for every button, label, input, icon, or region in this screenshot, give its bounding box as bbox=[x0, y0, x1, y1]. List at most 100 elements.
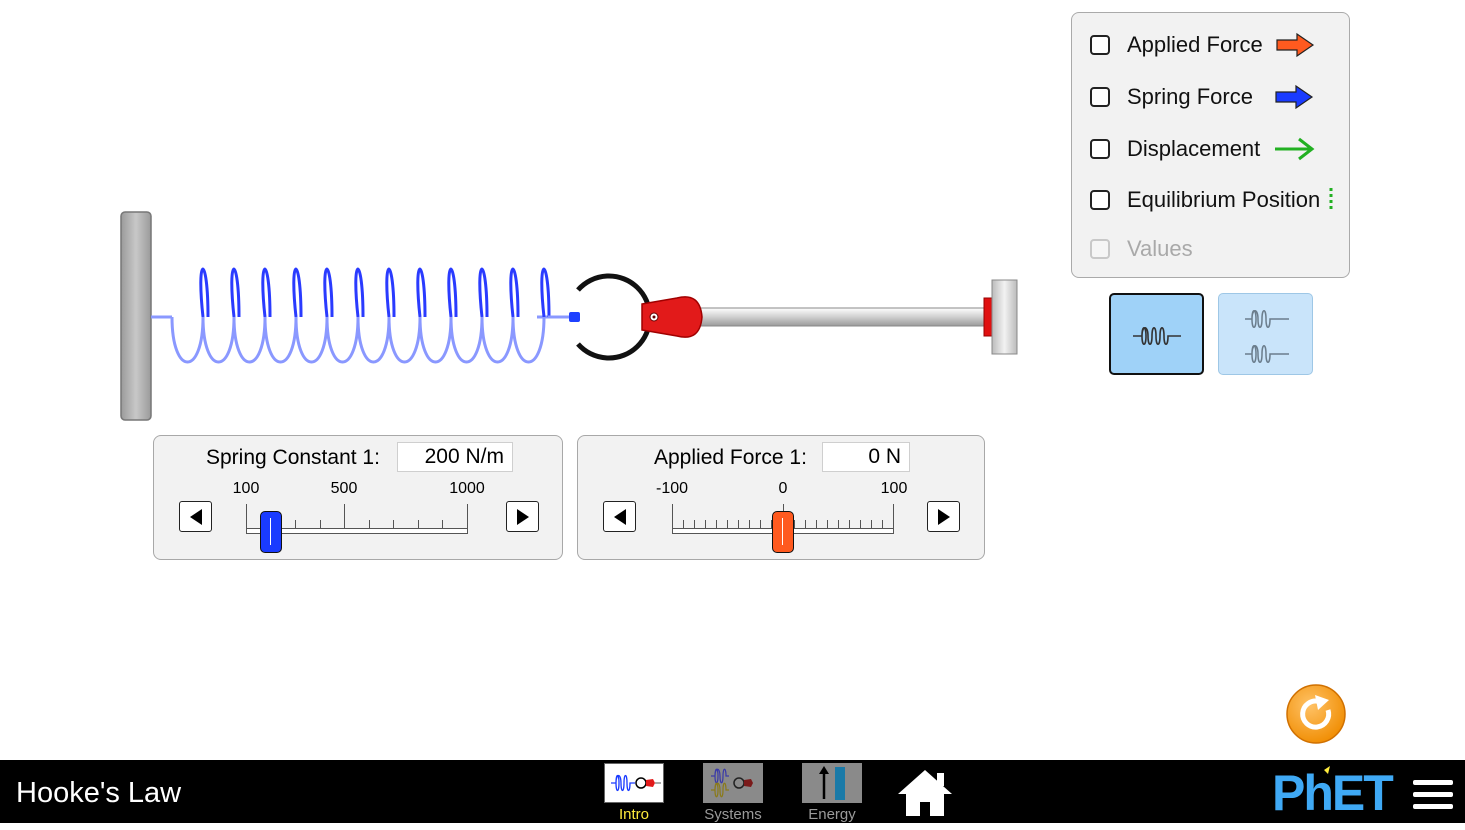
spring-constant-thumb[interactable] bbox=[260, 511, 282, 553]
menu-bar-icon bbox=[1413, 792, 1453, 797]
tab-intro-label: Intro bbox=[618, 806, 649, 823]
spring-constant-decrement-button[interactable] bbox=[179, 501, 212, 532]
one-spring-button[interactable] bbox=[1109, 293, 1204, 375]
displacement-option[interactable]: Displacement bbox=[1090, 134, 1315, 164]
tab-energy[interactable]: Energy bbox=[801, 763, 863, 823]
right-triangle-icon bbox=[516, 508, 529, 525]
minor-tick bbox=[319, 520, 321, 528]
phet-logo-icon: PhET bbox=[1272, 765, 1395, 821]
left-triangle-icon bbox=[613, 508, 626, 525]
spring-constant-title: Spring Constant 1: bbox=[206, 446, 380, 469]
major-tick bbox=[893, 504, 894, 528]
phet-logo[interactable]: PhET bbox=[1272, 764, 1400, 830]
minor-tick bbox=[716, 520, 718, 528]
minor-tick bbox=[683, 520, 685, 528]
spring-constant-max-label: 1000 bbox=[449, 480, 485, 497]
green-arrow-icon bbox=[1275, 137, 1315, 161]
spring-force-label: Spring Force bbox=[1127, 84, 1253, 109]
spring bbox=[151, 267, 551, 364]
energy-screen-icon bbox=[802, 763, 862, 803]
double-spring-icon bbox=[1245, 310, 1289, 363]
sim-title: Hooke's Law bbox=[16, 777, 182, 809]
orange-arrow-icon bbox=[1276, 32, 1314, 58]
robotic-arm[interactable] bbox=[641, 279, 1018, 355]
equilibrium-checkbox[interactable] bbox=[1090, 190, 1110, 210]
spring-constant-mid-label: 500 bbox=[330, 480, 358, 497]
minor-tick bbox=[727, 520, 729, 528]
minor-tick bbox=[749, 520, 751, 528]
home-button[interactable] bbox=[896, 768, 954, 818]
applied-force-decrement-button[interactable] bbox=[603, 501, 636, 532]
applied-force-min-label: -100 bbox=[655, 480, 689, 497]
minor-tick bbox=[804, 520, 806, 528]
tab-intro[interactable]: Intro bbox=[603, 763, 665, 823]
reset-icon bbox=[1286, 684, 1346, 744]
major-tick bbox=[344, 504, 346, 528]
systems-screen-icon bbox=[703, 763, 763, 803]
intro-screen-icon bbox=[604, 763, 664, 803]
spring-constant-increment-button[interactable] bbox=[506, 501, 539, 532]
left-triangle-icon bbox=[189, 508, 202, 525]
values-label: Values bbox=[1127, 236, 1193, 261]
minor-tick bbox=[368, 520, 370, 528]
single-spring-icon bbox=[1133, 326, 1181, 346]
minor-tick bbox=[837, 520, 839, 528]
minor-tick bbox=[417, 520, 419, 528]
home-icon bbox=[898, 770, 952, 816]
minor-tick bbox=[442, 520, 444, 528]
applied-force-checkbox[interactable] bbox=[1090, 35, 1110, 55]
menu-button[interactable] bbox=[1413, 780, 1453, 814]
minor-tick bbox=[694, 520, 696, 528]
minor-tick bbox=[705, 520, 707, 528]
minor-tick bbox=[826, 520, 828, 528]
spring-constant-min-label: 100 bbox=[232, 480, 260, 497]
navigation-bar: Hooke's Law Intro Systems Energy PhET bbox=[0, 760, 1465, 823]
major-tick bbox=[672, 504, 673, 528]
wall bbox=[120, 211, 152, 421]
equilibrium-option[interactable]: Equilibrium Position bbox=[1090, 185, 1336, 215]
spring-force-option[interactable]: Spring Force bbox=[1090, 82, 1314, 112]
values-checkbox bbox=[1090, 239, 1110, 259]
major-tick bbox=[467, 504, 468, 528]
menu-bar-icon bbox=[1413, 804, 1453, 809]
displacement-label: Displacement bbox=[1127, 136, 1261, 161]
minor-tick bbox=[295, 520, 297, 528]
applied-force-title: Applied Force 1: bbox=[654, 446, 807, 469]
tab-energy-label: Energy bbox=[808, 806, 856, 823]
hook bbox=[548, 273, 653, 361]
minor-tick bbox=[815, 520, 817, 528]
minor-tick bbox=[848, 520, 850, 528]
spring-constant-control: Spring Constant 1: 200 N/m 100 500 1000 bbox=[153, 435, 563, 560]
minor-tick bbox=[393, 520, 395, 528]
visibility-panel: Applied Force Spring Force Displacement … bbox=[1071, 12, 1350, 278]
blue-arrow-icon bbox=[1275, 84, 1314, 110]
minor-tick bbox=[760, 520, 762, 528]
svg-text:PhET: PhET bbox=[1272, 765, 1393, 819]
spring-constant-value: 200 N/m bbox=[397, 442, 513, 472]
tab-systems-label: Systems bbox=[704, 806, 762, 823]
applied-force-label: Applied Force bbox=[1127, 32, 1263, 57]
equilibrium-label: Equilibrium Position bbox=[1127, 187, 1321, 212]
major-tick bbox=[246, 504, 247, 528]
applied-force-thumb[interactable] bbox=[772, 511, 794, 553]
play-area: Applied Force Spring Force Displacement … bbox=[0, 0, 1465, 760]
applied-force-control: Applied Force 1: 0 N -100 0 100 bbox=[577, 435, 985, 560]
applied-force-mid-label: 0 bbox=[778, 480, 788, 497]
spring-coil-back bbox=[199, 267, 551, 318]
reset-all-button[interactable] bbox=[1285, 683, 1347, 745]
equilibrium-line-icon bbox=[1329, 188, 1333, 212]
minor-tick bbox=[881, 520, 883, 528]
values-option: Values bbox=[1090, 234, 1193, 264]
applied-force-option[interactable]: Applied Force bbox=[1090, 30, 1315, 60]
two-springs-button[interactable] bbox=[1218, 293, 1313, 375]
spring-force-checkbox[interactable] bbox=[1090, 87, 1110, 107]
tab-systems[interactable]: Systems bbox=[702, 763, 764, 823]
displacement-checkbox[interactable] bbox=[1090, 139, 1110, 159]
applied-force-value: 0 N bbox=[822, 442, 910, 472]
minor-tick bbox=[870, 520, 872, 528]
applied-force-max-label: 100 bbox=[880, 480, 908, 497]
menu-bar-icon bbox=[1413, 780, 1453, 785]
minor-tick bbox=[859, 520, 861, 528]
applied-force-increment-button[interactable] bbox=[927, 501, 960, 532]
minor-tick bbox=[738, 520, 740, 528]
